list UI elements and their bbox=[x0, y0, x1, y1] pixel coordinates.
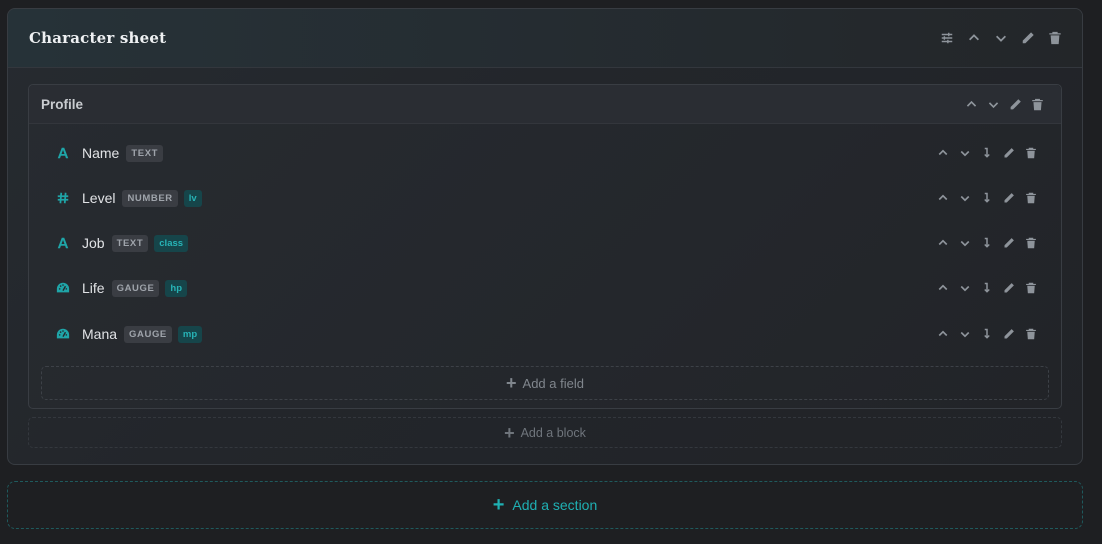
field-actions bbox=[927, 282, 1037, 294]
pencil-icon[interactable] bbox=[1009, 98, 1022, 111]
move-down-icon[interactable] bbox=[981, 237, 993, 249]
field-alias-badge: lv bbox=[183, 189, 202, 207]
chevron-up-icon[interactable] bbox=[937, 282, 949, 294]
pencil-icon[interactable] bbox=[1021, 31, 1035, 45]
pencil-icon[interactable] bbox=[1003, 237, 1015, 249]
field-name: Level bbox=[82, 190, 116, 206]
field-actions bbox=[927, 328, 1037, 340]
field-row: Job TEXT class bbox=[29, 228, 1061, 258]
block-header: Profile bbox=[29, 85, 1061, 124]
move-down-icon[interactable] bbox=[981, 147, 993, 159]
chevron-down-icon[interactable] bbox=[959, 282, 971, 294]
section-actions bbox=[927, 31, 1062, 45]
chevron-down-icon[interactable] bbox=[959, 192, 971, 204]
trash-icon[interactable] bbox=[1025, 282, 1037, 294]
block-title: Profile bbox=[41, 96, 84, 112]
add-section-label: Add a section bbox=[512, 497, 598, 513]
chevron-up-icon[interactable] bbox=[937, 192, 949, 204]
field-name: Job bbox=[82, 235, 105, 251]
trash-icon[interactable] bbox=[1025, 328, 1037, 340]
gauge-icon bbox=[56, 281, 70, 295]
trash-icon[interactable] bbox=[1025, 147, 1037, 159]
field-type-badge: GAUGE bbox=[124, 325, 172, 343]
pencil-icon[interactable] bbox=[1003, 328, 1015, 340]
chevron-up-icon[interactable] bbox=[937, 237, 949, 249]
add-section-button[interactable]: + Add a section bbox=[7, 481, 1083, 529]
block-card: Profile Name TEXT Level NUMBER lv Job TE… bbox=[28, 84, 1062, 409]
chevron-down-icon[interactable] bbox=[959, 328, 971, 340]
gauge-icon bbox=[56, 327, 70, 341]
plus-icon: + bbox=[492, 494, 505, 516]
section-title: Character sheet bbox=[29, 29, 167, 47]
hash-icon bbox=[56, 191, 70, 205]
field-type-badge: TEXT bbox=[126, 144, 164, 162]
section-card: Character sheet Profile Name TEXT Level … bbox=[7, 8, 1083, 465]
trash-icon[interactable] bbox=[1048, 31, 1062, 45]
chevron-down-icon[interactable] bbox=[994, 31, 1008, 45]
move-down-icon[interactable] bbox=[981, 282, 993, 294]
field-alias-badge: mp bbox=[177, 325, 203, 343]
field-name: Mana bbox=[82, 326, 118, 342]
add-field-button[interactable]: + Add a field bbox=[41, 366, 1049, 400]
chevron-down-icon[interactable] bbox=[959, 147, 971, 159]
field-type-badge: GAUGE bbox=[111, 279, 160, 297]
sliders-icon[interactable] bbox=[940, 31, 954, 45]
field-row: Mana GAUGE mp bbox=[29, 319, 1061, 349]
block-actions bbox=[956, 98, 1044, 111]
field-row: Life GAUGE hp bbox=[29, 273, 1061, 303]
field-name: Name bbox=[82, 145, 120, 161]
add-block-button[interactable]: + Add a block bbox=[28, 417, 1062, 448]
field-type-badge: TEXT bbox=[111, 234, 149, 252]
pencil-icon[interactable] bbox=[1003, 192, 1015, 204]
chevron-down-icon[interactable] bbox=[959, 237, 971, 249]
field-row: Name TEXT bbox=[29, 138, 1061, 168]
field-row: Level NUMBER lv bbox=[29, 183, 1061, 213]
chevron-down-icon[interactable] bbox=[987, 98, 1000, 111]
field-type-badge: NUMBER bbox=[122, 189, 178, 207]
text-icon bbox=[56, 146, 70, 160]
section-header: Character sheet bbox=[8, 9, 1082, 68]
chevron-up-icon[interactable] bbox=[967, 31, 981, 45]
field-actions bbox=[927, 192, 1037, 204]
chevron-up-icon[interactable] bbox=[937, 328, 949, 340]
move-down-icon[interactable] bbox=[981, 328, 993, 340]
field-alias-badge: hp bbox=[165, 279, 188, 297]
field-actions bbox=[927, 147, 1037, 159]
pencil-icon[interactable] bbox=[1003, 282, 1015, 294]
field-name: Life bbox=[82, 280, 105, 296]
add-block-label: Add a block bbox=[520, 425, 586, 440]
field-actions bbox=[927, 237, 1037, 249]
pencil-icon[interactable] bbox=[1003, 147, 1015, 159]
trash-icon[interactable] bbox=[1025, 192, 1037, 204]
text-icon bbox=[56, 236, 70, 250]
chevron-up-icon[interactable] bbox=[965, 98, 978, 111]
chevron-up-icon[interactable] bbox=[937, 147, 949, 159]
plus-icon: + bbox=[506, 373, 517, 393]
add-field-label: Add a field bbox=[522, 375, 584, 391]
trash-icon[interactable] bbox=[1031, 98, 1044, 111]
field-alias-badge: class bbox=[154, 234, 189, 252]
trash-icon[interactable] bbox=[1025, 237, 1037, 249]
plus-icon: + bbox=[504, 422, 515, 443]
move-down-icon[interactable] bbox=[981, 192, 993, 204]
